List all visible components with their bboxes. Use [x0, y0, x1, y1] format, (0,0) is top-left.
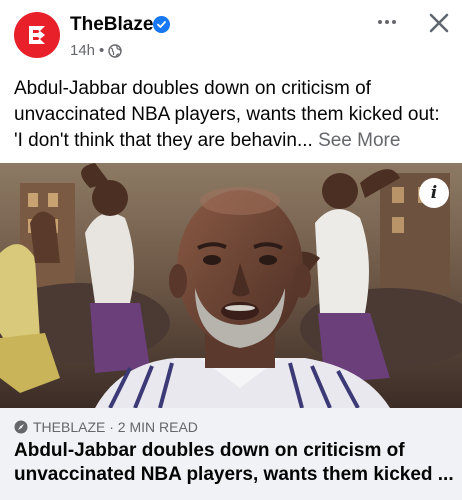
globe-icon [108, 43, 122, 58]
video-thumbnail-image[interactable]: i [0, 163, 462, 408]
more-dot [385, 20, 389, 24]
verified-badge-icon [153, 16, 170, 33]
more-dot [378, 20, 382, 24]
post-caption: Abdul-Jabbar doubles down on criticism o… [14, 76, 450, 154]
theblaze-logo-icon[interactable] [14, 12, 60, 58]
more-options-icon[interactable] [372, 12, 402, 32]
info-icon[interactable]: i [419, 178, 449, 208]
source-text: THEBLAZE · 2 MIN READ [33, 419, 198, 435]
close-icon[interactable] [426, 10, 452, 36]
more-dot [392, 20, 396, 24]
post-time[interactable]: 14h [70, 42, 95, 59]
link-source: THEBLAZE · 2 MIN READ [14, 419, 198, 435]
post-meta: 14h • [70, 42, 122, 59]
post-header: TheBlaze 14h • [0, 0, 462, 70]
meta-separator: • [99, 42, 105, 59]
link-title[interactable]: Abdul-Jabbar doubles down on criticism o… [14, 439, 454, 487]
link-preview-card[interactable]: THEBLAZE · 2 MIN READ Abdul-Jabbar doubl… [0, 408, 462, 500]
compass-icon [14, 420, 28, 434]
thumbnail-artwork [0, 163, 462, 408]
page-name[interactable]: TheBlaze [70, 14, 153, 36]
see-more-link[interactable]: See More [318, 130, 400, 151]
